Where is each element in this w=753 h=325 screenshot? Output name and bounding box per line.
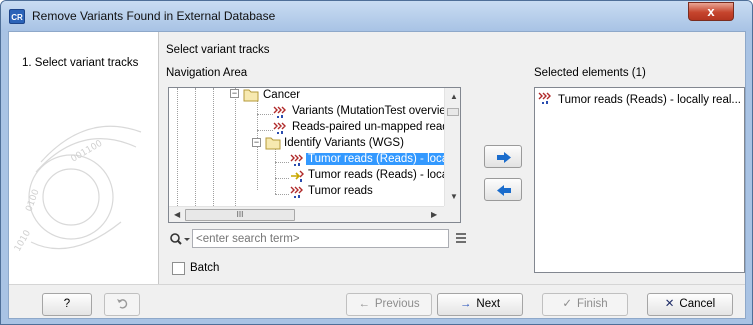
watermark-logo-icon: 001100 0100 1010 bbox=[13, 125, 142, 254]
finish-label: Finish bbox=[576, 298, 608, 310]
selected-elements-label: Selected elements (1) bbox=[534, 67, 646, 79]
arrow-right-icon bbox=[497, 152, 511, 163]
window-title: Remove Variants Found in External Databa… bbox=[32, 9, 276, 23]
dialog-client-area: 1. Select variant tracks 001100 0100 101… bbox=[8, 31, 746, 319]
tree-guide-line bbox=[275, 148, 276, 194]
navigation-tree[interactable]: − Cancer Variants (MutationTest overview… bbox=[168, 87, 461, 223]
cancel-button[interactable]: ✕ Cancel bbox=[647, 293, 733, 316]
add-to-selection-button[interactable] bbox=[484, 145, 522, 168]
search-input[interactable] bbox=[192, 229, 449, 248]
previous-button[interactable]: ← Previous bbox=[346, 293, 432, 316]
batch-label[interactable]: Batch bbox=[190, 262, 219, 274]
close-button[interactable]: x bbox=[688, 2, 734, 21]
scrollbar-thumb[interactable] bbox=[447, 108, 459, 116]
tree-item[interactable]: Identify Variants (WGS) bbox=[282, 135, 406, 151]
variant-track-icon bbox=[538, 92, 551, 104]
scroll-up-icon[interactable]: ▲ bbox=[450, 92, 458, 101]
scroll-corner bbox=[444, 206, 460, 222]
variant-track-icon bbox=[290, 186, 303, 198]
variant-track-yellow-icon bbox=[291, 170, 304, 182]
wizard-steps-panel: 1. Select variant tracks 001100 0100 101… bbox=[9, 32, 159, 284]
navigation-area-label: Navigation Area bbox=[166, 67, 248, 79]
tree-item-selected[interactable]: Tumor reads (Reads) - locally bbox=[306, 151, 460, 167]
scroll-left-icon[interactable]: ◀ bbox=[174, 210, 180, 219]
scrollbar-thumb[interactable]: III bbox=[185, 209, 295, 221]
tree-guide-line bbox=[235, 88, 236, 206]
reset-button[interactable] bbox=[104, 293, 140, 316]
tree-item[interactable]: Reads-paired un-mapped reads [ bbox=[290, 119, 460, 135]
arrow-left-icon bbox=[497, 185, 511, 196]
tree-item[interactable]: Tumor reads bbox=[306, 183, 375, 199]
variant-track-icon bbox=[273, 106, 286, 118]
tree-guide-line bbox=[257, 114, 273, 115]
dialog-window: CR Remove Variants Found in External Dat… bbox=[0, 0, 753, 325]
title-bar[interactable]: CR Remove Variants Found in External Dat… bbox=[1, 1, 752, 31]
scroll-right-icon[interactable]: ▶ bbox=[431, 210, 437, 219]
tree-guide-line bbox=[257, 130, 273, 131]
tree-item[interactable]: Cancer bbox=[261, 88, 302, 103]
app-icon: CR bbox=[9, 9, 25, 24]
folder-icon bbox=[243, 89, 259, 102]
help-button[interactable]: ? bbox=[42, 293, 92, 316]
tree-horizontal-scrollbar[interactable]: ◀ III ▶ bbox=[169, 206, 444, 222]
next-button[interactable]: → Next bbox=[437, 293, 523, 316]
svg-text:0100: 0100 bbox=[24, 188, 41, 213]
undo-icon bbox=[117, 299, 128, 309]
cancel-label: Cancel bbox=[679, 298, 716, 310]
tree-item[interactable]: Tumor reads (Reads) - locally bbox=[306, 167, 460, 183]
checkmark-icon: ✓ bbox=[562, 298, 572, 310]
tree-expander-collapse[interactable]: − bbox=[230, 89, 239, 98]
step-select-variant-tracks[interactable]: 1. Select variant tracks bbox=[22, 57, 138, 69]
next-label: Next bbox=[476, 298, 501, 310]
search-icon[interactable] bbox=[169, 232, 191, 248]
batch-checkbox[interactable] bbox=[172, 262, 185, 275]
selected-elements-list[interactable]: Tumor reads (Reads) - locally real... bbox=[534, 87, 745, 273]
previous-label: Previous bbox=[374, 298, 420, 310]
wizard-footer: ? ← Previous → Next ✓ Finish ✕ Cancel bbox=[9, 284, 745, 318]
arrow-left-icon: ← bbox=[358, 298, 370, 310]
folder-icon bbox=[265, 137, 281, 150]
wizard-content: Select variant tracks Navigation Area Se… bbox=[160, 32, 745, 284]
scroll-down-icon[interactable]: ▼ bbox=[450, 192, 458, 201]
arrow-right-icon: → bbox=[459, 298, 472, 310]
close-icon: ✕ bbox=[664, 298, 675, 310]
tree-guide-line bbox=[275, 162, 289, 163]
variant-track-icon bbox=[290, 154, 303, 166]
filter-menu-icon[interactable] bbox=[455, 232, 467, 244]
selected-item[interactable]: Tumor reads (Reads) - locally real... bbox=[538, 91, 741, 106]
finish-button[interactable]: ✓ Finish bbox=[542, 293, 628, 316]
tree-guide-line bbox=[177, 88, 178, 206]
tree-vertical-scrollbar[interactable]: ▲ ▼ bbox=[444, 88, 460, 206]
tree-expander-collapse[interactable]: − bbox=[252, 138, 261, 147]
tree-guide-line bbox=[275, 194, 289, 195]
section-title: Select variant tracks bbox=[166, 44, 270, 56]
tree-guide-line bbox=[213, 88, 214, 206]
svg-text:001100: 001100 bbox=[70, 139, 105, 165]
tree-guide-line bbox=[195, 88, 196, 206]
help-label: ? bbox=[63, 298, 71, 310]
svg-text:1010: 1010 bbox=[13, 228, 33, 253]
selected-item-label: Tumor reads (Reads) - locally real... bbox=[558, 94, 741, 106]
remove-from-selection-button[interactable] bbox=[484, 178, 522, 201]
tree-guide-line bbox=[275, 178, 289, 179]
variant-track-icon bbox=[273, 122, 286, 134]
tree-item[interactable]: Variants (MutationTest overview, bbox=[290, 103, 459, 119]
